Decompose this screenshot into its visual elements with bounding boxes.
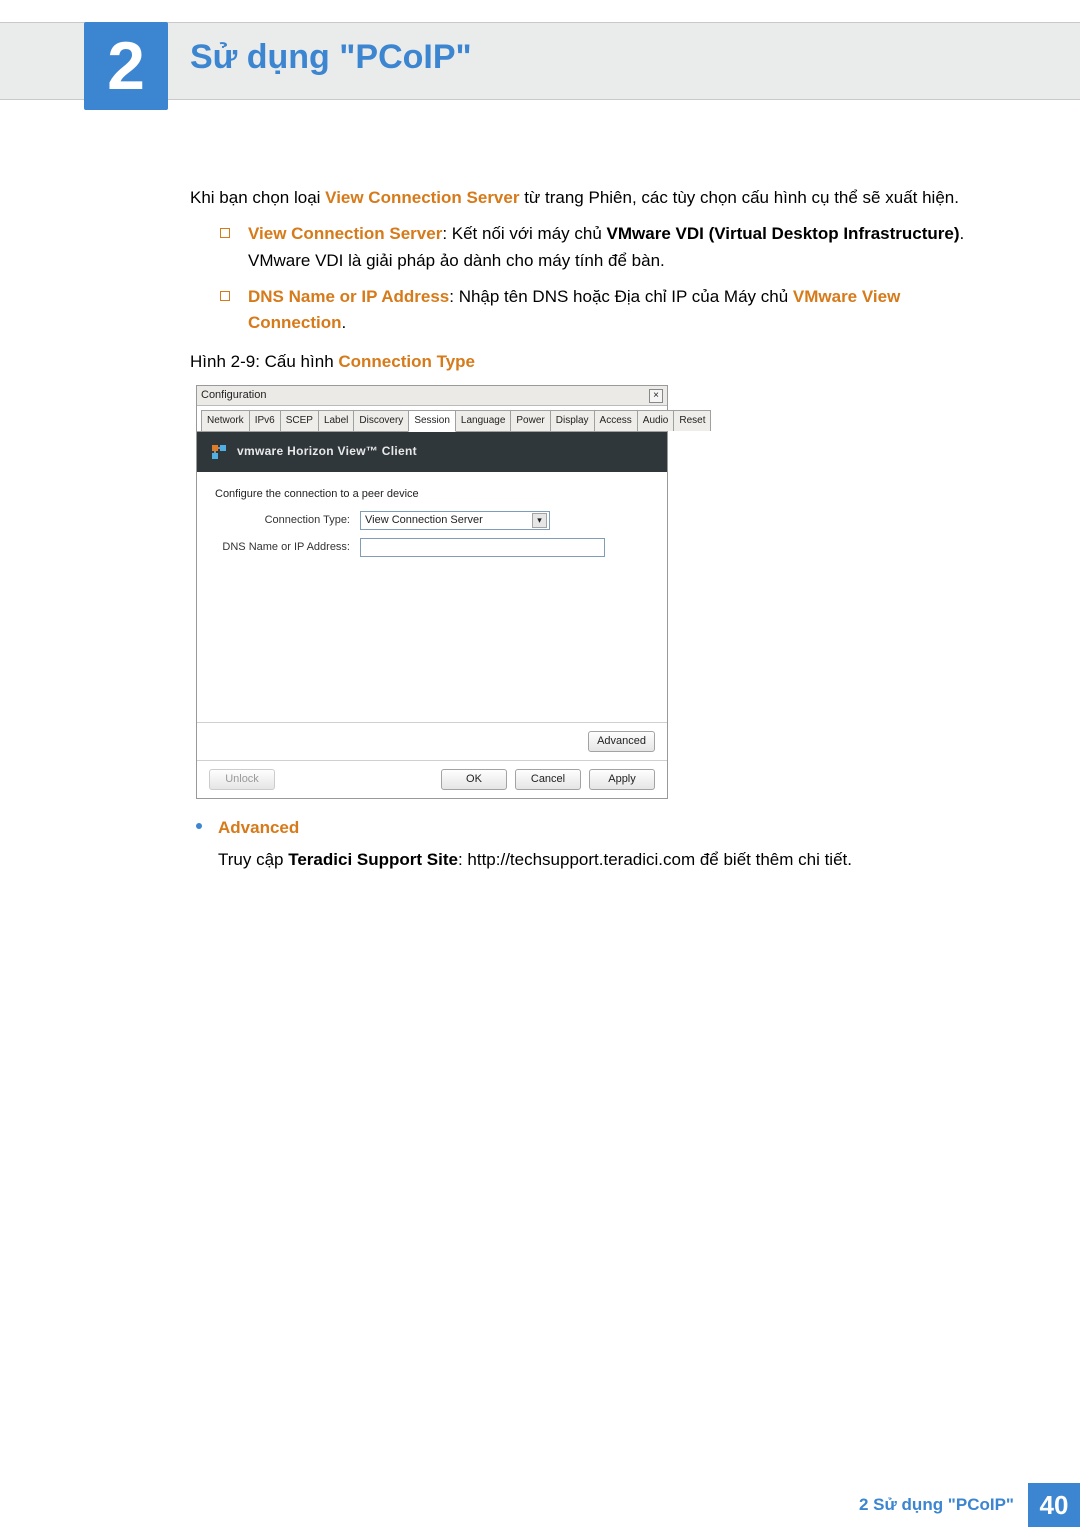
- connection-type-select[interactable]: View Connection Server ▾: [360, 511, 550, 530]
- b1-bold: VMware VDI (Virtual Desktop Infrastructu…: [607, 224, 960, 243]
- bullet-view-connection-server: View Connection Server: Kết nối với máy …: [220, 221, 985, 274]
- advanced-row: Advanced: [197, 723, 667, 760]
- vmware-icon: [211, 444, 227, 460]
- square-bullet-list: View Connection Server: Kết nối với máy …: [220, 221, 985, 336]
- adv-bold: Teradici Support Site: [288, 850, 458, 869]
- intro-paragraph: Khi bạn chọn loại View Connection Server…: [190, 185, 985, 211]
- adv-t2: : http://techsupport.teradici.com để biế…: [458, 850, 852, 869]
- content-area: Khi bạn chọn loại View Connection Server…: [190, 185, 985, 881]
- tab-display[interactable]: Display: [550, 410, 595, 431]
- page-title: Sử dụng "PCoIP": [190, 38, 472, 77]
- tab-audio[interactable]: Audio: [637, 410, 675, 431]
- tab-scep[interactable]: SCEP: [280, 410, 319, 431]
- page-number: 40: [1028, 1483, 1080, 1527]
- label-connection-type: Connection Type:: [215, 512, 350, 529]
- chapter-number: 2: [84, 22, 168, 110]
- b2-t2: .: [342, 313, 347, 332]
- peer-text: Configure the connection to a peer devic…: [215, 486, 649, 503]
- label-dns: DNS Name or IP Address:: [215, 539, 350, 556]
- row-dns: DNS Name or IP Address:: [215, 538, 649, 557]
- adv-t1: Truy cập: [218, 850, 288, 869]
- tab-power[interactable]: Power: [510, 410, 550, 431]
- tab-discovery[interactable]: Discovery: [353, 410, 409, 431]
- tab-session[interactable]: Session: [408, 410, 456, 432]
- banner-text: vmware Horizon View™ Client: [237, 442, 417, 461]
- row-connection-type: Connection Type: View Connection Server …: [215, 511, 649, 530]
- dialog-titlebar: Configuration ×: [197, 386, 667, 406]
- footer-text: 2 Sử dụng "PCoIP": [859, 1495, 1014, 1515]
- bullet-dns-address: DNS Name or IP Address: Nhập tên DNS hoặ…: [220, 284, 985, 337]
- intro-highlight: View Connection Server: [325, 188, 519, 207]
- chevron-down-icon[interactable]: ▾: [532, 513, 547, 528]
- advanced-heading: Advanced: [218, 818, 299, 837]
- intro-prefix: Khi bạn chọn loại: [190, 188, 325, 207]
- advanced-text: Truy cập Teradici Support Site: http://t…: [218, 847, 985, 873]
- intro-suffix: từ trang Phiên, các tùy chọn cấu hình cụ…: [519, 188, 959, 207]
- dns-input[interactable]: [360, 538, 605, 557]
- dialog-tabs: NetworkIPv6SCEPLabelDiscoverySessionLang…: [197, 406, 667, 432]
- dot-bullet-list: Advanced Truy cập Teradici Support Site:…: [190, 815, 985, 874]
- cancel-button[interactable]: Cancel: [515, 769, 581, 790]
- tab-label[interactable]: Label: [318, 410, 354, 431]
- ok-button[interactable]: OK: [441, 769, 507, 790]
- figcap-prefix: Hình 2-9: Cấu hình: [190, 352, 338, 371]
- figure-caption: Hình 2-9: Cấu hình Connection Type: [190, 349, 985, 375]
- apply-button[interactable]: Apply: [589, 769, 655, 790]
- close-icon[interactable]: ×: [649, 389, 663, 403]
- b2-hl1: DNS Name or IP Address: [248, 287, 449, 306]
- bottom-buttons: Unlock OK Cancel Apply: [197, 761, 667, 798]
- vmware-banner: vmware Horizon View™ Client: [197, 432, 667, 472]
- bullet-advanced: Advanced Truy cập Teradici Support Site:…: [190, 815, 985, 874]
- config-dialog: Configuration × NetworkIPv6SCEPLabelDisc…: [196, 385, 668, 799]
- page-footer: 2 Sử dụng "PCoIP" 40: [859, 1483, 1080, 1527]
- advanced-button[interactable]: Advanced: [588, 731, 655, 752]
- tab-network[interactable]: Network: [201, 410, 250, 431]
- tab-reset[interactable]: Reset: [673, 410, 711, 431]
- b1-t1: : Kết nối với máy chủ: [442, 224, 606, 243]
- dialog-title: Configuration: [201, 387, 266, 404]
- tab-language[interactable]: Language: [455, 410, 512, 431]
- b1-hl: View Connection Server: [248, 224, 442, 243]
- figcap-hl: Connection Type: [338, 352, 475, 371]
- connection-type-value: View Connection Server: [365, 512, 483, 529]
- tab-access[interactable]: Access: [594, 410, 638, 431]
- b2-t1: : Nhập tên DNS hoặc Địa chỉ IP của Máy c…: [449, 287, 793, 306]
- tab-ipv6[interactable]: IPv6: [249, 410, 281, 431]
- form-area: Configure the connection to a peer devic…: [197, 472, 667, 722]
- unlock-button[interactable]: Unlock: [209, 769, 275, 790]
